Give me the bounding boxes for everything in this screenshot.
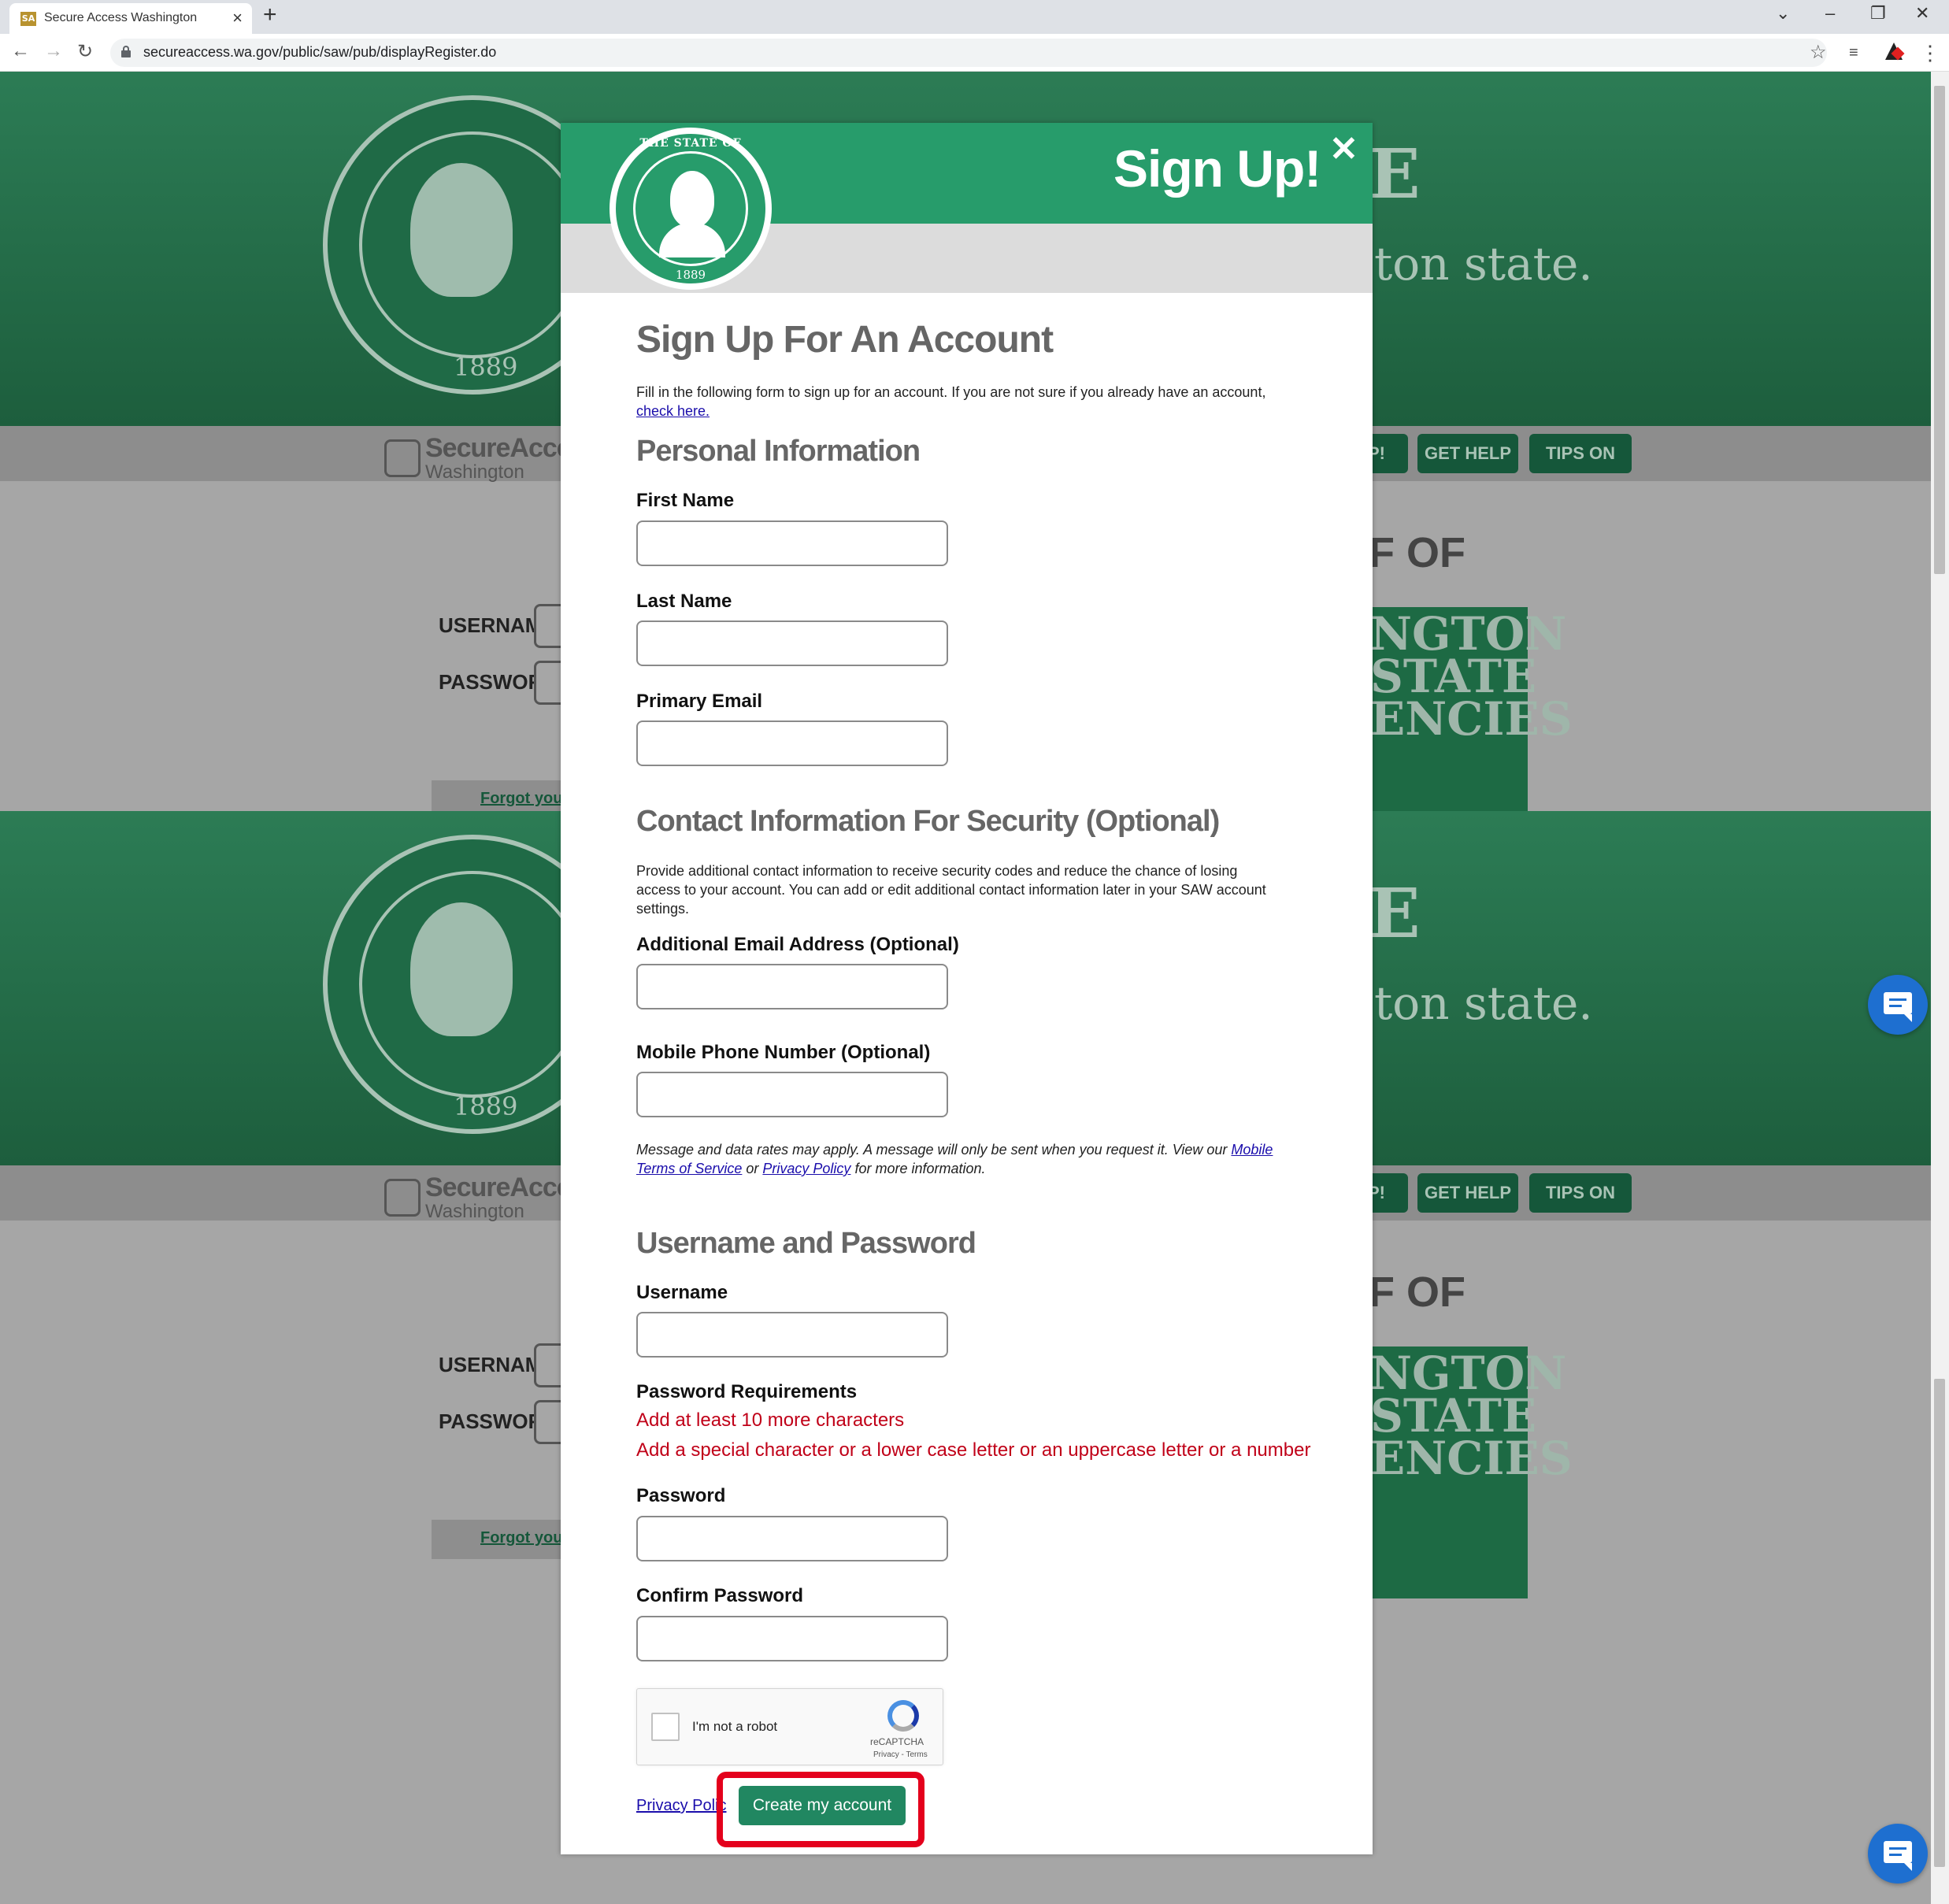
site-favicon-icon: SA xyxy=(20,12,36,26)
restore-icon[interactable]: ❐ xyxy=(1870,3,1886,24)
recaptcha-brand: reCAPTCHA xyxy=(870,1736,924,1747)
form-heading: Sign Up For An Account xyxy=(636,319,1054,361)
password-requirements-label: Password Requirements xyxy=(636,1381,858,1402)
create-account-highlight xyxy=(717,1772,924,1847)
sms-disclaimer: Message and data rates may apply. A mess… xyxy=(636,1142,1273,1176)
browser-menu-icon[interactable]: ⋮ xyxy=(1920,41,1940,65)
chat-icon[interactable] xyxy=(1868,975,1928,1035)
signup-modal: THE STATE OF 1889 Sign Up! ✕ Sign Up For… xyxy=(561,123,1373,1854)
first-name-label: First Name xyxy=(636,490,735,511)
background-agency-graphic: NGTON STATE ENCIES xyxy=(1370,1347,1573,1598)
confirm-password-label: Confirm Password xyxy=(636,1585,804,1606)
background-heading: F OF xyxy=(1369,1269,1465,1316)
primary-email-input[interactable] xyxy=(636,720,948,766)
page-scrollbar[interactable] xyxy=(1931,72,1949,1904)
minimize-icon[interactable]: – xyxy=(1825,3,1835,24)
recaptcha-widget: I'm not a robot reCAPTCHA Privacy - Term… xyxy=(636,1688,943,1765)
recaptcha-logo-icon xyxy=(887,1700,919,1732)
last-name-label: Last Name xyxy=(636,591,732,612)
username-label: Username xyxy=(636,1282,728,1303)
padlock-icon xyxy=(384,1179,421,1217)
tab-close-icon[interactable]: × xyxy=(232,8,243,28)
window-close-icon[interactable]: ✕ xyxy=(1915,3,1929,24)
recaptcha-label: I'm not a robot xyxy=(692,1719,778,1734)
address-bar: ← → ↻ secureaccess.wa.gov/public/saw/pub… xyxy=(0,34,1949,72)
credentials-heading: Username and Password xyxy=(636,1227,976,1260)
new-tab-icon[interactable]: + xyxy=(263,2,277,28)
close-icon[interactable]: ✕ xyxy=(1329,129,1358,169)
background-tips-button: TIPS ON xyxy=(1529,1173,1632,1213)
password-input[interactable] xyxy=(636,1516,948,1561)
browser-tab-bar: SA Secure Access Washington × + ⌄ – ❐ ✕ xyxy=(0,0,1949,34)
password-requirement: Add a special character or a lower case … xyxy=(636,1439,1311,1461)
confirm-password-input[interactable] xyxy=(636,1616,948,1661)
password-label: Password xyxy=(636,1485,726,1506)
reload-icon[interactable]: ↻ xyxy=(77,40,93,63)
mobile-phone-label: Mobile Phone Number (Optional) xyxy=(636,1042,931,1063)
bookmark-star-icon[interactable]: ☆ xyxy=(1810,41,1827,64)
background-heading-fragment: E xyxy=(1369,874,1421,954)
check-here-link[interactable]: check here. xyxy=(636,403,710,419)
lock-icon xyxy=(121,46,131,57)
contact-info-heading: Contact Information For Security (Option… xyxy=(636,805,1220,838)
url-field[interactable]: secureaccess.wa.gov/public/saw/pub/displ… xyxy=(110,39,1827,67)
last-name-input[interactable] xyxy=(636,620,948,666)
background-get-help-button: GET HELP xyxy=(1417,434,1518,473)
personal-info-heading: Personal Information xyxy=(636,435,921,468)
recaptcha-links[interactable]: Privacy - Terms xyxy=(873,1750,928,1759)
back-icon[interactable]: ← xyxy=(11,40,30,62)
url-text: secureaccess.wa.gov/public/saw/pub/displ… xyxy=(143,44,497,60)
background-get-help-button: GET HELP xyxy=(1417,1173,1518,1213)
recaptcha-checkbox[interactable] xyxy=(651,1713,680,1741)
washington-seal-icon: THE STATE OF 1889 xyxy=(610,128,772,290)
primary-email-label: Primary Email xyxy=(636,691,763,712)
contact-info-description: Provide additional contact information t… xyxy=(636,863,1266,917)
password-requirement: Add at least 10 more characters xyxy=(636,1409,905,1431)
modal-title: Sign Up! xyxy=(1113,139,1321,198)
privacy-policy-footer-link[interactable]: Privacy Polic xyxy=(636,1797,726,1815)
background-tagline: ton state. xyxy=(1374,976,1593,1030)
background-heading-fragment: E xyxy=(1369,135,1421,214)
background-tagline: ton state. xyxy=(1374,237,1593,291)
privacy-policy-link[interactable]: Privacy Policy xyxy=(762,1161,850,1176)
padlock-icon xyxy=(384,439,421,477)
background-heading: F OF xyxy=(1369,529,1465,576)
intro-text: Fill in the following form to sign up fo… xyxy=(636,384,1266,419)
chat-icon[interactable] xyxy=(1868,1824,1928,1884)
username-input[interactable] xyxy=(636,1312,948,1358)
additional-email-label: Additional Email Address (Optional) xyxy=(636,934,959,955)
background-forgot-link: Forgot your xyxy=(432,1520,569,1559)
mobile-phone-input[interactable] xyxy=(636,1072,948,1117)
extension-icon[interactable] xyxy=(1884,41,1905,61)
first-name-input[interactable] xyxy=(636,520,948,566)
reading-list-icon[interactable]: ≡ xyxy=(1849,44,1858,62)
background-tips-button: TIPS ON xyxy=(1529,434,1632,473)
additional-email-input[interactable] xyxy=(636,964,948,1009)
browser-tab[interactable]: SA Secure Access Washington × xyxy=(9,3,252,34)
tab-search-icon[interactable]: ⌄ xyxy=(1776,3,1790,24)
forward-icon[interactable]: → xyxy=(44,40,63,62)
tab-title: Secure Access Washington xyxy=(44,11,198,24)
